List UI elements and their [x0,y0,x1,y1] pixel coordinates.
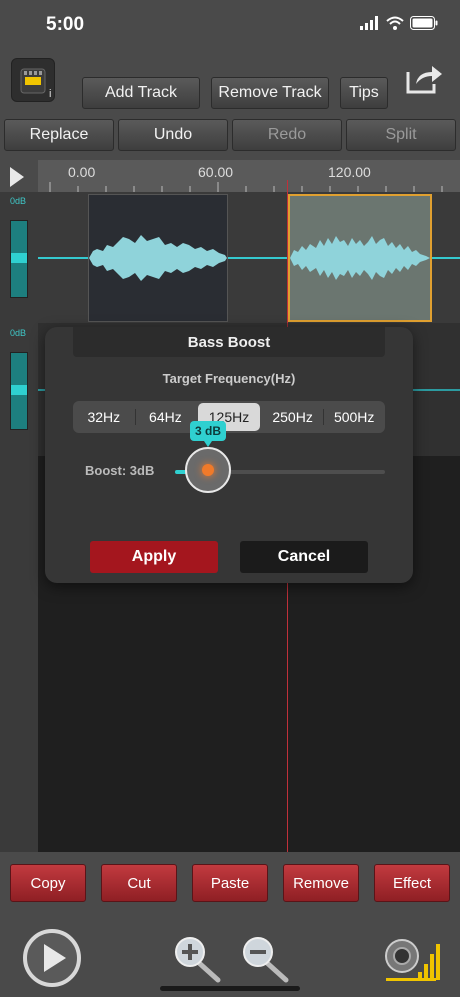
ruler-ticks [49,182,443,192]
audio-clip-selected[interactable] [288,194,432,322]
bass-boost-dialog: Bass Boost Target Frequency(Hz) 32Hz 64H… [45,327,413,583]
edit-area-side [0,456,38,852]
home-indicator [160,986,300,991]
sd-card-button[interactable]: i [11,58,55,102]
zoom-out-button[interactable] [238,934,294,984]
boost-slider-thumb[interactable] [185,447,231,493]
tick-label: 120.00 [328,164,371,180]
remove-button[interactable]: Remove [283,864,359,902]
apply-button[interactable]: Apply [90,541,218,573]
tick-label: 60.00 [198,164,234,180]
cancel-button[interactable]: Cancel [240,541,368,573]
paste-button[interactable]: Paste [192,864,268,902]
cut-button[interactable]: Cut [101,864,177,902]
frequency-option-250hz[interactable]: 250Hz [262,401,324,433]
waveform [89,235,227,281]
replace-button[interactable]: Replace [4,119,114,151]
tips-button[interactable]: Tips [340,77,388,109]
tick-label: 0.00 [68,164,96,180]
bottom-bar: Copy Cut Paste Remove Effect [0,852,460,997]
frequency-selector: 32Hz 64Hz 125Hz 250Hz 500Hz [73,401,385,433]
zoom-in-icon [175,937,221,983]
play-icon [23,929,81,987]
time-ruler[interactable]: 0.00 60.00 120.00 [38,160,460,192]
dialog-title: Bass Boost [73,327,385,357]
volume-button[interactable] [382,928,442,988]
split-button[interactable]: Split [346,119,456,151]
svg-text:i: i [49,88,51,100]
status-icons [360,16,438,30]
play-button[interactable] [22,928,82,988]
play-small-icon[interactable] [10,167,24,187]
copy-button[interactable]: Copy [10,864,86,902]
battery-icon [410,16,438,30]
effect-button[interactable]: Effect [374,864,450,902]
zoom-in-button[interactable] [170,934,226,984]
share-button[interactable] [404,60,444,96]
slider-thumb-dot [202,464,214,476]
zoom-out-icon [243,937,289,983]
audio-clip[interactable] [88,194,228,322]
undo-button[interactable]: Undo [118,119,228,151]
sd-card-icon: i [20,68,51,100]
db-label: 0dB [10,196,27,206]
level-meter [10,352,28,430]
share-icon [406,66,442,94]
boost-label: Boost: 3dB [85,463,155,478]
status-time: 5:00 [46,14,85,35]
remove-track-button[interactable]: Remove Track [211,77,329,109]
add-track-button[interactable]: Add Track [82,77,200,109]
volume-meter-icon [385,939,440,981]
track-1-meter-panel: 0dB [0,192,38,324]
redo-button[interactable]: Redo [232,119,342,151]
target-frequency-label: Target Frequency(Hz) [162,371,296,386]
cellular-icon [360,16,378,30]
waveform [290,236,430,280]
frequency-option-32hz[interactable]: 32Hz [73,401,135,433]
status-bar: 5:00 [0,0,460,52]
wifi-icon [386,16,404,30]
track-2-meter-panel: 0dB [0,324,38,456]
frequency-option-64hz[interactable]: 64Hz [134,401,197,433]
db-label: 0dB [10,328,27,338]
frequency-option-500hz[interactable]: 500Hz [323,401,385,433]
level-meter [10,220,28,298]
toolbar: i Add Track Remove Track Tips Replace Un… [0,52,460,160]
track-1[interactable]: 0dB [0,192,460,324]
timeline: 0.00 60.00 120.00 [0,160,460,192]
boost-value-tooltip: 3 dB [190,421,226,447]
